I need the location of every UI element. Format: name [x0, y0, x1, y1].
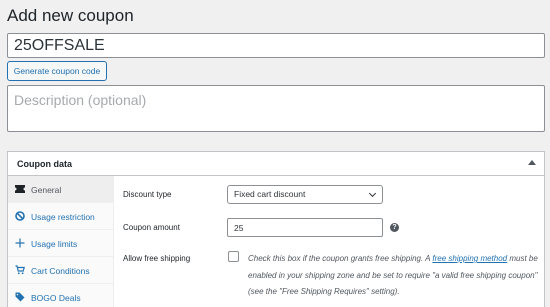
tab-label: Cart Conditions	[31, 266, 90, 276]
general-fields: Discount type Fixed cart discount Coupon…	[114, 176, 544, 307]
collapse-toggle-icon[interactable]	[528, 160, 536, 165]
tab-label: Usage limits	[31, 239, 78, 249]
panel-header: Coupon data	[8, 152, 544, 176]
discount-type-select[interactable]: Fixed cart discount	[227, 185, 383, 204]
tab-usage-limits[interactable]: Usage limits	[8, 230, 113, 257]
tab-cart-conditions[interactable]: Cart Conditions	[8, 257, 113, 284]
description-field[interactable]	[7, 85, 545, 132]
tab-general[interactable]: General	[8, 176, 113, 203]
free-shipping-text-1: Check this box if the coupon grants free…	[248, 254, 433, 263]
plus-arrows-icon	[15, 238, 25, 248]
discount-type-label: Discount type	[123, 190, 172, 199]
tab-label: General	[31, 185, 62, 195]
coupon-data-panel: Coupon data General Usage restriction Us…	[7, 151, 545, 307]
page-title: Add new coupon	[7, 6, 134, 25]
tab-label: Usage restriction	[31, 212, 95, 222]
tab-bogo-deals[interactable]: BOGO Deals	[8, 284, 113, 307]
tab-usage-restriction[interactable]: Usage restriction	[8, 203, 113, 230]
panel-title: Coupon data	[17, 159, 72, 169]
coupon-amount-input[interactable]	[227, 218, 383, 237]
coupon-amount-label: Coupon amount	[123, 223, 180, 232]
free-shipping-description: Check this box if the coupon grants free…	[248, 251, 543, 301]
tab-label: BOGO Deals	[31, 293, 81, 303]
generate-coupon-code-button[interactable]: Generate coupon code	[7, 61, 107, 81]
block-icon	[15, 211, 25, 221]
ticket-icon	[15, 184, 25, 194]
coupon-code-input[interactable]	[7, 33, 545, 58]
discount-type-value: Fixed cart discount	[234, 189, 306, 199]
help-icon[interactable]: ?	[390, 223, 399, 232]
free-shipping-label: Allow free shipping	[123, 254, 191, 263]
cart-icon	[15, 265, 25, 275]
chevron-down-icon	[368, 189, 377, 198]
tags-icon	[15, 292, 25, 302]
coupon-tabs: General Usage restriction Usage limits C…	[8, 176, 114, 307]
free-shipping-checkbox[interactable]	[228, 251, 239, 262]
free-shipping-method-link[interactable]: free shipping method	[432, 254, 507, 263]
